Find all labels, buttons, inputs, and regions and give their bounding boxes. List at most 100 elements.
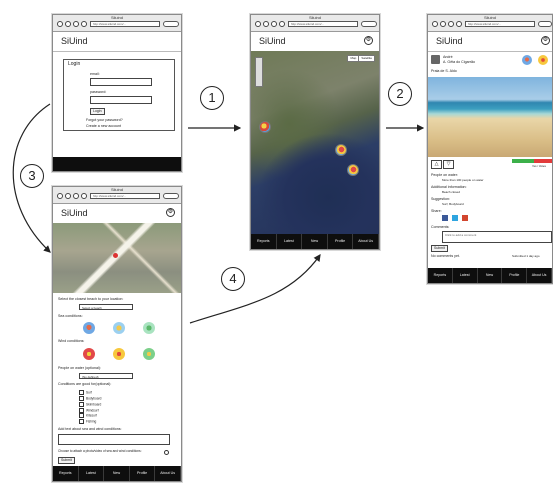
beach-place: A. Gêta do Cigarrão: [443, 60, 475, 64]
search-field[interactable]: [163, 193, 179, 199]
people-select[interactable]: (No defined): [79, 373, 133, 379]
tab-bar: Reports Latest New Profile About Us: [251, 234, 379, 249]
people-on-water-label: People on water (optional):: [58, 366, 101, 370]
tab-profile[interactable]: Profile: [328, 234, 354, 249]
beach-marker[interactable]: [259, 121, 271, 133]
close-icon[interactable]: [448, 21, 454, 27]
search-field[interactable]: [361, 21, 377, 27]
wind-option-light-icon[interactable]: [143, 348, 155, 360]
forward-icon[interactable]: [65, 21, 71, 27]
forward-icon[interactable]: [65, 193, 71, 199]
search-field[interactable]: [163, 21, 179, 27]
checkbox[interactable]: [79, 407, 84, 413]
tab-about-us[interactable]: About Us: [353, 234, 379, 249]
activity-option[interactable]: Fishing: [79, 419, 101, 425]
sea-option-medium-icon[interactable]: [113, 322, 125, 334]
wind-option-strong-icon[interactable]: [83, 348, 95, 360]
google-plus-icon[interactable]: [462, 215, 468, 221]
address-bar[interactable]: http://www.siluind.com/...: [465, 21, 535, 27]
home-icon[interactable]: [279, 21, 285, 27]
tab-latest[interactable]: Latest: [277, 234, 303, 249]
email-field[interactable]: [90, 78, 152, 86]
create-account-link[interactable]: Create a new account: [86, 124, 121, 129]
back-icon[interactable]: [432, 21, 438, 27]
wind-option-moderate-icon[interactable]: [113, 348, 125, 360]
sea-option-calm-icon[interactable]: [143, 322, 155, 334]
satellite-map[interactable]: Map Satellite: [251, 51, 379, 234]
beach-marker[interactable]: [335, 144, 347, 156]
gear-icon[interactable]: ⚙: [541, 36, 550, 45]
zoom-control[interactable]: [255, 57, 263, 87]
like-button[interactable]: △: [431, 160, 442, 169]
home-icon[interactable]: [81, 193, 87, 199]
beach-marker[interactable]: [347, 164, 359, 176]
address-bar[interactable]: http://www.siluind.com/...: [288, 21, 358, 27]
tab-profile[interactable]: Profile: [130, 466, 156, 481]
search-field[interactable]: [538, 21, 552, 27]
checkbox[interactable]: [79, 390, 84, 395]
vote-caption: Yes / Votes: [532, 164, 546, 168]
checkbox[interactable]: [79, 395, 84, 401]
sea-option-rough-icon[interactable]: [83, 322, 95, 334]
tab-reports[interactable]: Reports: [53, 466, 79, 481]
dislike-button[interactable]: ▽: [443, 160, 454, 169]
gear-icon[interactable]: ⚙: [364, 36, 373, 45]
tab-latest[interactable]: Latest: [79, 466, 105, 481]
forward-icon[interactable]: [263, 21, 269, 27]
forward-icon[interactable]: [440, 21, 446, 27]
suggestion-value: Surf, Bodyboard: [442, 202, 464, 206]
twitter-icon[interactable]: [452, 215, 458, 221]
facebook-icon[interactable]: [442, 215, 448, 221]
map-toggle[interactable]: Map: [348, 56, 358, 61]
home-icon[interactable]: [81, 21, 87, 27]
step-3-badge: 3: [20, 164, 44, 188]
close-icon[interactable]: [73, 21, 79, 27]
forgot-password-link[interactable]: Forgot your password?: [86, 118, 123, 123]
street-map[interactable]: [53, 223, 181, 293]
address-bar[interactable]: http://www.siluind.com/...: [90, 21, 160, 27]
back-icon[interactable]: [57, 193, 63, 199]
tab-profile[interactable]: Profile: [502, 268, 528, 283]
comments-label: Comments:: [431, 225, 450, 229]
tab-about-us[interactable]: About Us: [527, 268, 552, 283]
comment-field[interactable]: Click to add a comment: [442, 231, 552, 243]
password-label: password:: [90, 90, 107, 94]
beach-select[interactable]: Select a beach: [79, 304, 133, 310]
close-icon[interactable]: [73, 193, 79, 199]
tab-new[interactable]: New: [302, 234, 328, 249]
checkbox[interactable]: [79, 401, 84, 407]
browser-chrome: Siluind http://www.siluind.com/...: [251, 15, 379, 32]
app-logo: SiUind: [436, 36, 463, 46]
photo-label: Choose to attach a photo/video of sea an…: [58, 449, 142, 453]
login-screen: Siluind http://www.siluind.com/... SiUin…: [52, 14, 182, 172]
beach-select-value: Select a beach: [82, 306, 102, 310]
tab-about-us[interactable]: About Us: [155, 466, 181, 481]
tab-reports[interactable]: Reports: [428, 268, 453, 283]
user-name[interactable]: André: [443, 55, 453, 60]
photo-radio[interactable]: [164, 450, 169, 455]
map-type-toggle[interactable]: Map Satellite: [347, 55, 375, 62]
login-button[interactable]: Login: [90, 108, 105, 115]
conditions-textarea[interactable]: [58, 434, 170, 445]
back-icon[interactable]: [57, 21, 63, 27]
back-icon[interactable]: [255, 21, 261, 27]
beach-photo[interactable]: [428, 77, 552, 157]
close-icon[interactable]: [271, 21, 277, 27]
checkbox[interactable]: [79, 413, 84, 419]
password-field[interactable]: [90, 96, 152, 104]
tab-new[interactable]: New: [478, 268, 503, 283]
submit-report-button[interactable]: Submit: [58, 457, 75, 464]
tab-latest[interactable]: Latest: [453, 268, 478, 283]
comment-placeholder: Click to add a comment: [445, 233, 477, 237]
checkbox[interactable]: [79, 419, 84, 425]
conditions-text-label: Add text about sea and wind conditions:: [58, 427, 122, 431]
avatar: [431, 55, 440, 64]
tab-new[interactable]: New: [104, 466, 130, 481]
satellite-toggle[interactable]: Satellite: [358, 56, 374, 61]
vote-bar: [512, 159, 552, 163]
tab-reports[interactable]: Reports: [251, 234, 277, 249]
home-icon[interactable]: [456, 21, 462, 27]
address-bar[interactable]: http://www.siluind.com/...: [90, 193, 160, 199]
submit-comment-button[interactable]: Submit: [431, 245, 448, 252]
gear-icon[interactable]: ⚙: [166, 208, 175, 217]
